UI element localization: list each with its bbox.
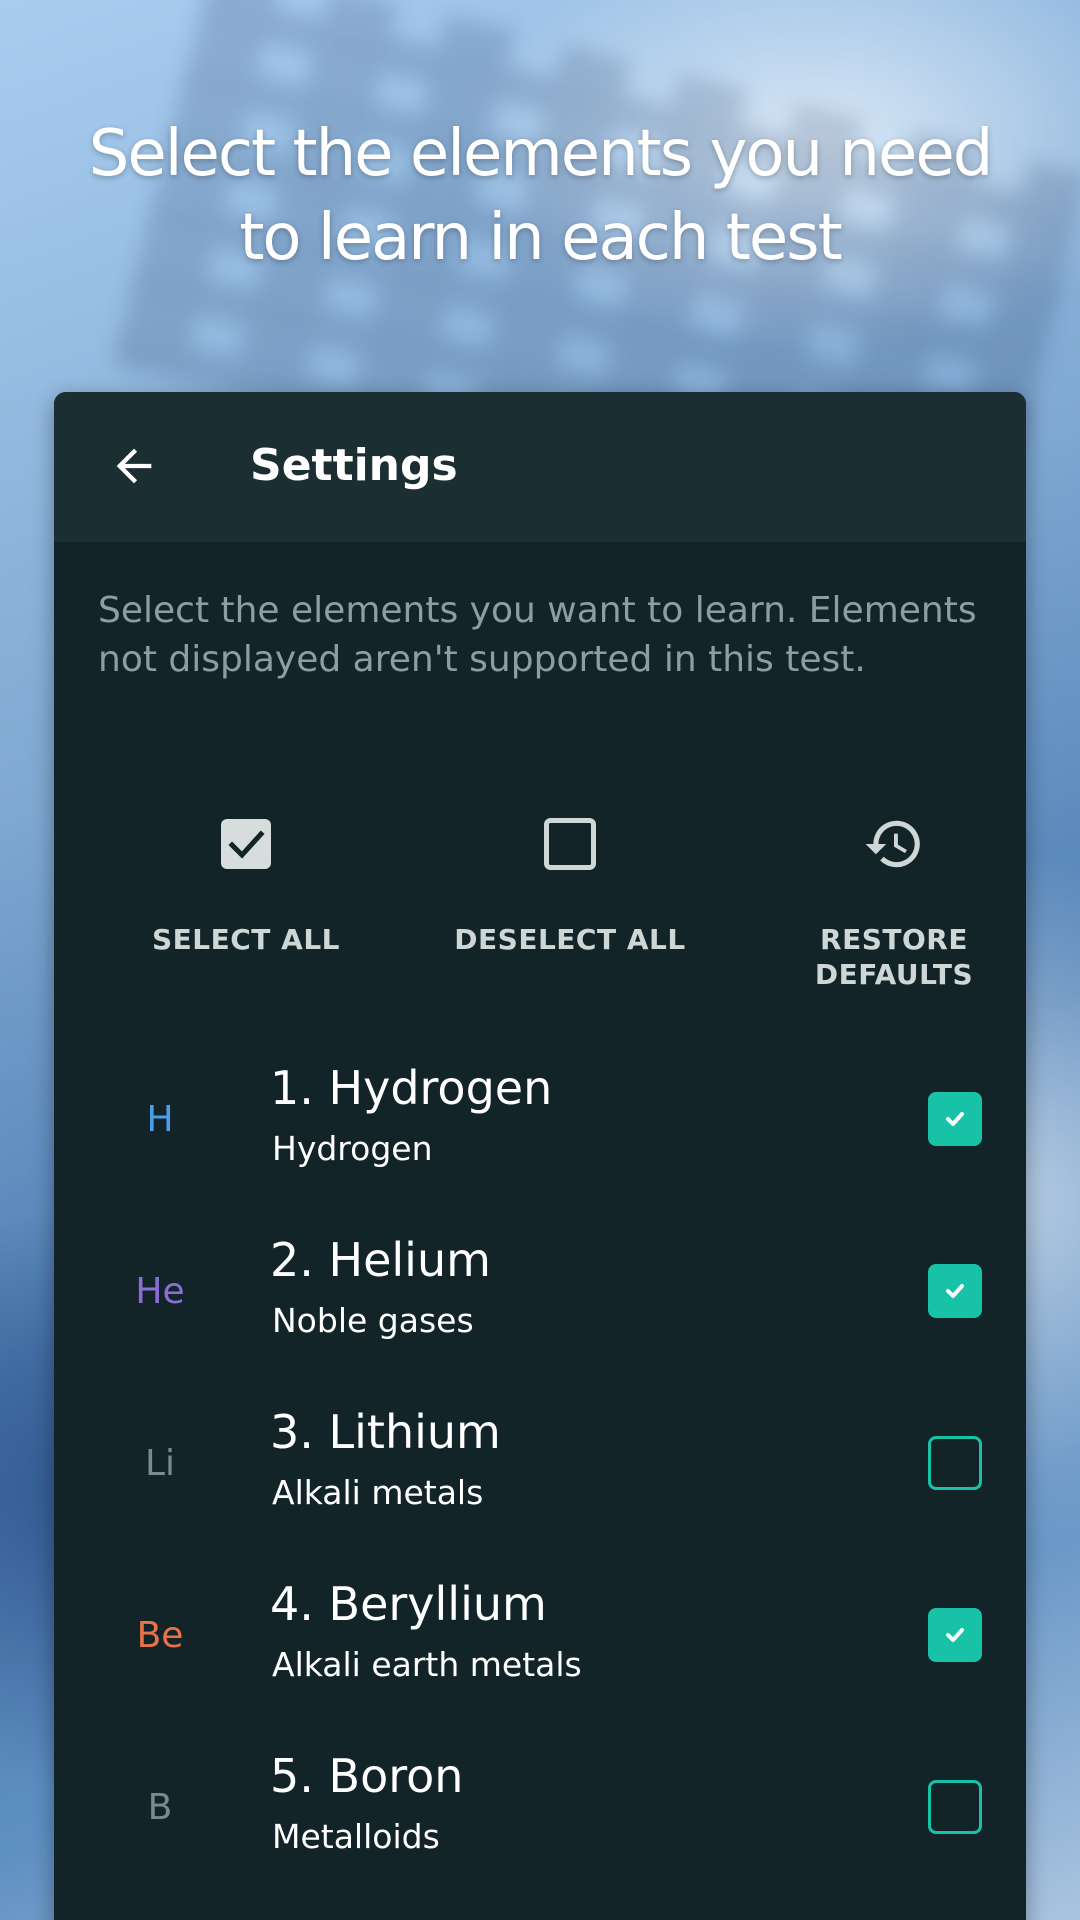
element-checkbox[interactable] (928, 1780, 982, 1834)
select-all-button[interactable]: SELECT ALL (96, 812, 396, 957)
deselect-all-label: DESELECT ALL (454, 923, 686, 956)
element-category: Hydrogen (272, 1129, 433, 1168)
element-category: Noble gases (272, 1301, 474, 1340)
list-item[interactable]: Be 4. Beryllium Alkali earth metals (54, 1556, 1026, 1728)
element-checkbox[interactable] (928, 1264, 982, 1318)
checkmark-icon (946, 1628, 964, 1642)
list-item[interactable]: He 2. Helium Noble gases (54, 1212, 1026, 1384)
history-icon (865, 820, 920, 868)
element-checkbox[interactable] (928, 1608, 982, 1662)
arrow-left-icon (116, 448, 152, 484)
element-category: Metalloids (272, 1817, 440, 1856)
element-category: Alkali metals (272, 1473, 484, 1512)
list-item[interactable]: H 1. Hydrogen Hydrogen (54, 1040, 1026, 1212)
element-symbol: Be (136, 1615, 184, 1656)
back-button[interactable] (98, 430, 170, 502)
list-item[interactable]: Li 3. Lithium Alkali metals (54, 1384, 1026, 1556)
element-symbol: H (146, 1099, 174, 1140)
page-title: Settings (250, 440, 458, 491)
settings-screen: Settings Select the elements you want to… (54, 392, 1026, 1920)
promo-headline: Select the elements you need to learn in… (60, 112, 1020, 280)
element-symbol: He (135, 1271, 185, 1312)
checkmark-icon (946, 1112, 964, 1126)
checkmark-icon (946, 1284, 964, 1298)
deselect-all-button[interactable]: DESELECT ALL (420, 812, 720, 957)
element-category: Alkali earth metals (272, 1645, 582, 1684)
toolbar: Settings (54, 392, 1026, 542)
element-symbol: Li (144, 1443, 176, 1484)
element-name: 2. Helium (270, 1233, 491, 1287)
list-item[interactable]: B 5. Boron Metalloids (54, 1728, 1026, 1900)
element-name: 5. Boron (270, 1749, 464, 1803)
element-checkbox[interactable] (928, 1436, 982, 1490)
select-all-label: SELECT ALL (151, 923, 340, 956)
instructions-text: Select the elements you want to learn. E… (98, 590, 977, 680)
element-name: 4. Beryllium (270, 1577, 547, 1631)
restore-defaults-label: RESTORE DEFAULTS (814, 923, 974, 991)
element-name: 3. Lithium (270, 1405, 501, 1459)
element-symbol: B (147, 1787, 173, 1828)
headline-line-1: Select the elements you need (88, 117, 994, 191)
headline-line-2: to learn in each test (239, 201, 842, 275)
restore-defaults-button[interactable]: RESTORE DEFAULTS (744, 812, 1026, 992)
element-checkbox[interactable] (928, 1092, 982, 1146)
checkbox-empty-icon (544, 818, 596, 870)
element-name: 1. Hydrogen (270, 1061, 553, 1115)
checkbox-checked-icon (221, 819, 271, 869)
